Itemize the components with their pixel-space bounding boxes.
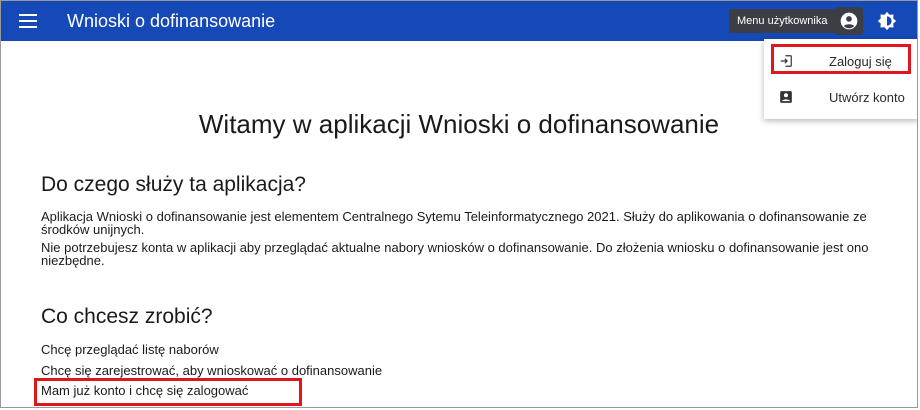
register-link[interactable]: Chcę się zarejestrować, aby wnioskować o…: [41, 363, 382, 378]
app-window: Wnioski o dofinansowanie Menu użytkownik…: [0, 0, 918, 408]
top-app-bar: Wnioski o dofinansowanie Menu użytkownik…: [1, 1, 917, 41]
purpose-paragraph-2: Nie potrzebujesz konta w aplikacji aby p…: [41, 240, 869, 268]
purpose-heading: Do czego służy ta aplikacja?: [41, 173, 306, 196]
account-box-icon: [778, 89, 794, 105]
login-icon: [778, 53, 794, 69]
user-dropdown-menu: Zaloguj się Utwórz konto: [764, 39, 917, 119]
purpose-paragraph-1: Aplikacja Wnioski o dofinansowanie jest …: [41, 209, 867, 237]
login-label: Zaloguj się: [829, 53, 892, 69]
create-account-menu-item[interactable]: Utwórz konto: [764, 83, 917, 111]
login-link[interactable]: Mam już konto i chcę się zalogować: [41, 383, 248, 398]
actions-heading: Co chcesz zrobić?: [41, 305, 213, 328]
browse-calls-link[interactable]: Chcę przeglądać listę naborów: [41, 342, 219, 357]
account-button[interactable]: [835, 7, 863, 35]
account-circle-icon: [840, 12, 858, 30]
hamburger-menu-icon[interactable]: [19, 14, 37, 28]
theme-toggle-button[interactable]: [873, 7, 901, 35]
app-title: Wnioski o dofinansowanie: [67, 10, 276, 31]
login-menu-item[interactable]: Zaloguj się: [764, 47, 917, 75]
create-account-label: Utwórz konto: [829, 89, 905, 105]
brightness-icon: [877, 11, 897, 31]
user-menu-button[interactable]: Menu użytkownika: [729, 9, 836, 33]
